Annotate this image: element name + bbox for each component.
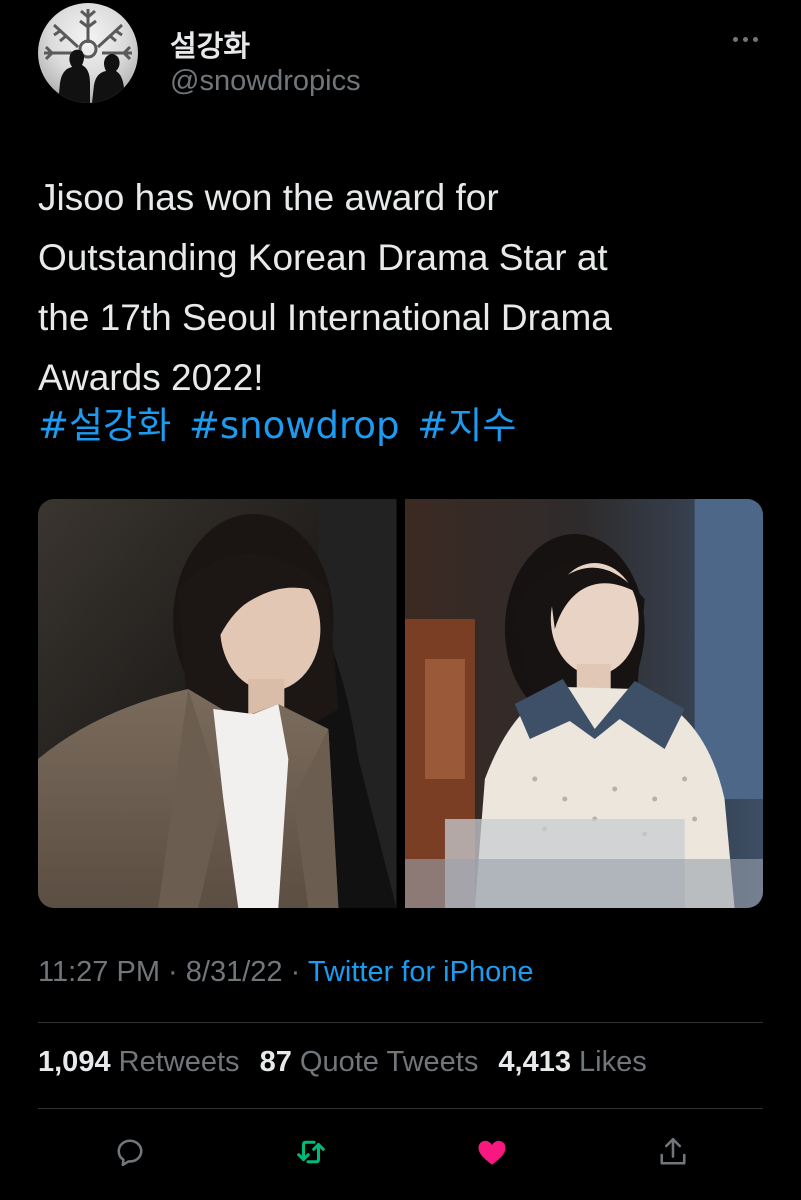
hashtag-link[interactable]: #snowdrop: [189, 404, 400, 447]
hashtag-link[interactable]: #설강화: [38, 404, 171, 447]
quote-tweets-stat[interactable]: 87 Quote Tweets: [260, 1046, 487, 1078]
quote-tweets-count: 87: [259, 1046, 292, 1078]
more-dot: [752, 36, 758, 42]
more-options-button[interactable]: [728, 29, 762, 49]
retweet-icon: [297, 1140, 325, 1164]
retweets-label: Retweets: [118, 1046, 240, 1078]
quote-tweets-label: Quote Tweets: [299, 1046, 479, 1078]
tweet-actions: [38, 1128, 763, 1176]
hashtag-link[interactable]: #지수: [417, 404, 516, 447]
like-button[interactable]: [468, 1128, 516, 1176]
reply-icon: [117, 1139, 143, 1167]
tweet-text: Jisoo has won the award for Outstanding …: [38, 168, 768, 408]
photo-jisoo-sweater[interactable]: [404, 499, 763, 908]
photo-blazer-image: [38, 499, 397, 908]
likes-label: Likes: [579, 1046, 647, 1078]
meta-separator: ·: [290, 956, 301, 988]
likes-stat[interactable]: 4,413 Likes: [498, 1046, 646, 1078]
divider: [38, 1022, 763, 1023]
snowflake-couple-avatar-icon: [44, 9, 132, 103]
photo-jisoo-blazer[interactable]: [38, 499, 397, 908]
tweet-line: Jisoo has won the award for: [38, 177, 499, 218]
photo-sweater-image: [404, 499, 763, 908]
retweets-stat[interactable]: 1,094 Retweets: [38, 1046, 248, 1078]
tweet-date[interactable]: 8/31/22: [186, 956, 283, 988]
more-horizontal-icon: [732, 36, 738, 42]
likes-count: 4,413: [498, 1046, 571, 1078]
tweet-meta: 11:27 PM · 8/31/22 · Twitter for iPhone: [38, 956, 533, 989]
hashtags: #설강화 #snowdrop #지수: [38, 396, 522, 456]
reply-button[interactable]: [106, 1128, 154, 1176]
display-name[interactable]: 설강화: [170, 23, 250, 65]
share-button[interactable]: [649, 1128, 697, 1176]
divider: [38, 1108, 763, 1109]
share-icon: [660, 1137, 686, 1165]
more-dot: [742, 36, 748, 42]
like-icon: [478, 1140, 506, 1165]
meta-separator: ·: [168, 956, 178, 988]
tweet-source-link[interactable]: Twitter for iPhone: [308, 956, 534, 988]
tweet-line: the 17th Seoul International Drama: [38, 297, 612, 338]
tweet-time[interactable]: 11:27 PM: [38, 956, 160, 988]
retweet-button[interactable]: [287, 1128, 335, 1176]
retweets-count: 1,094: [38, 1046, 111, 1078]
tweet-header: 설강화 @snowdropics: [38, 3, 768, 103]
media-grid: [38, 499, 763, 908]
tweet-line: Outstanding Korean Drama Star at: [38, 237, 608, 278]
user-handle[interactable]: @snowdropics: [170, 65, 361, 98]
engagement-stats: 1,094 Retweets 87 Quote Tweets 4,413 Lik…: [38, 1046, 659, 1079]
avatar[interactable]: [38, 3, 138, 103]
